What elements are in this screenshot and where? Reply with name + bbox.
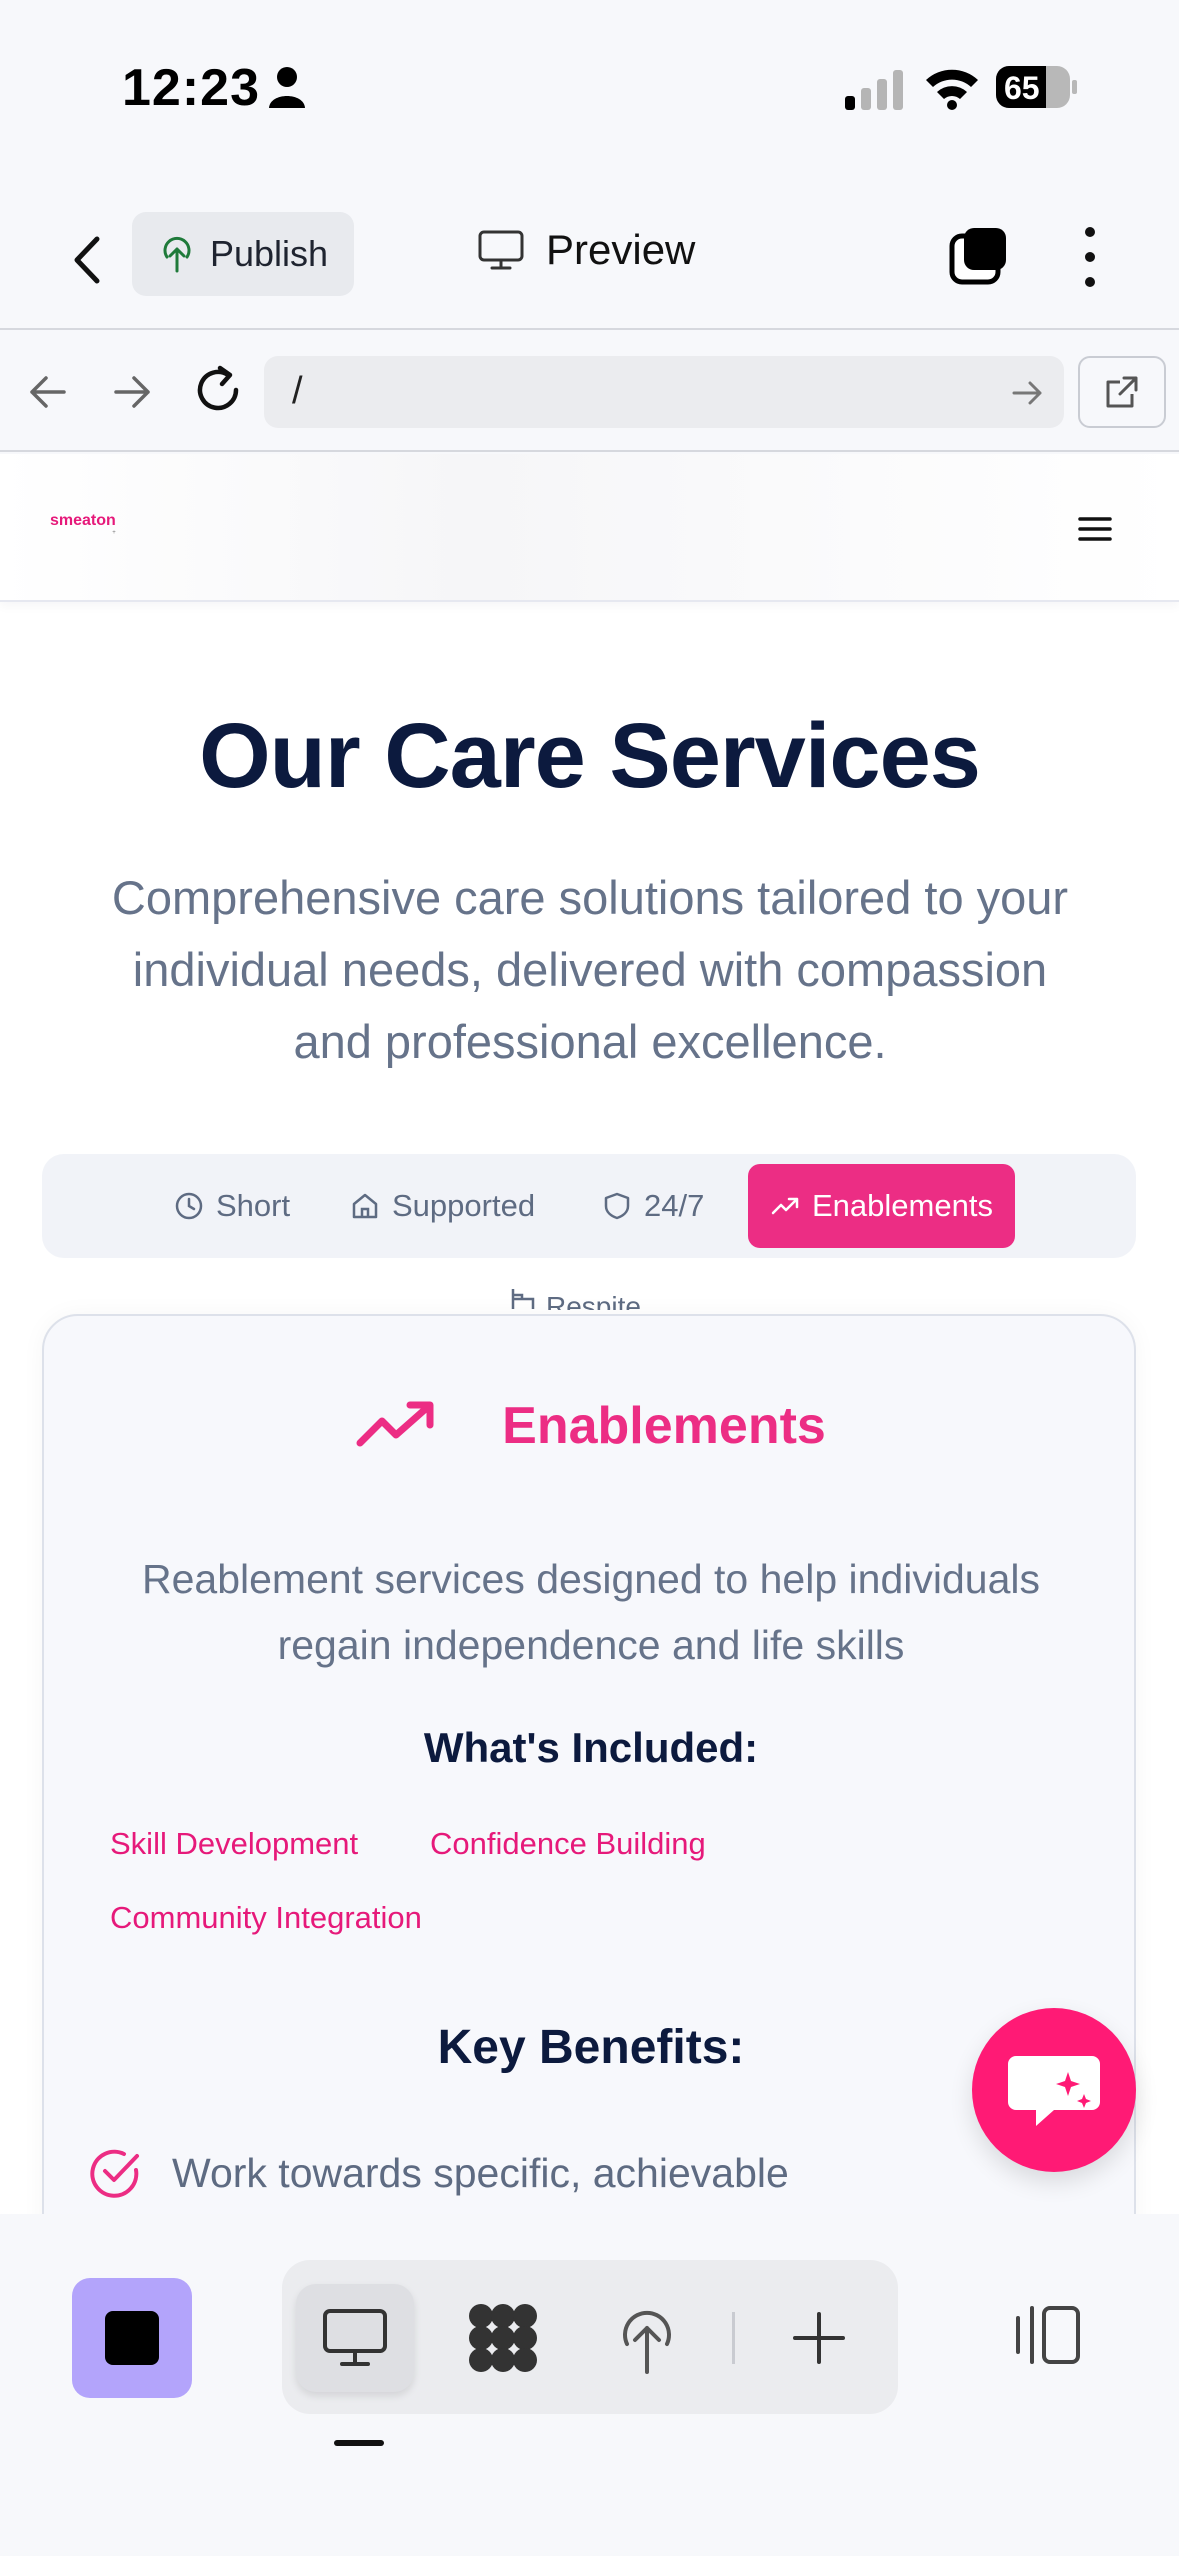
arrow-left-icon[interactable] bbox=[24, 368, 72, 416]
back-button[interactable] bbox=[56, 230, 116, 290]
site-preview: smeaton + Our Care Services Comprehensive… bbox=[0, 454, 1179, 2214]
included-item: Confidence Building bbox=[430, 1826, 706, 1861]
status-bar: 12:23 65 bbox=[0, 0, 1179, 170]
preview-toggle[interactable]: Preview bbox=[478, 226, 695, 274]
stop-button[interactable] bbox=[72, 2278, 192, 2398]
status-time: 12:23 bbox=[122, 59, 260, 117]
plus-icon bbox=[793, 2312, 845, 2364]
tab-24-7[interactable]: 24/7 bbox=[602, 1164, 704, 1248]
battery-icon: 65 bbox=[996, 66, 1078, 108]
chat-button[interactable] bbox=[972, 2008, 1136, 2172]
layers-icon[interactable] bbox=[948, 224, 1012, 288]
site-logo[interactable]: smeaton + bbox=[50, 512, 116, 536]
url-text: / bbox=[292, 370, 303, 412]
trending-up-icon bbox=[771, 1197, 799, 1215]
benefit-item: Work towards specific, achievable bbox=[88, 2146, 789, 2200]
view-switcher bbox=[282, 2260, 898, 2414]
included-item: Community Integration bbox=[110, 1900, 422, 1935]
person-icon bbox=[269, 67, 305, 108]
home-icon bbox=[352, 1193, 378, 1219]
chat-sparkle-icon bbox=[1008, 2056, 1100, 2126]
battery-level: 65 bbox=[1004, 70, 1040, 106]
publish-label: Publish bbox=[210, 233, 329, 274]
tab-supported[interactable]: Supported bbox=[350, 1164, 535, 1248]
page-subtitle: Comprehensive care solutions tailored to… bbox=[111, 871, 1069, 1068]
tab-label: Enablements bbox=[812, 1188, 993, 1223]
signal-icon bbox=[845, 70, 903, 110]
included-heading: What's Included: bbox=[423, 1724, 759, 1771]
tab-short[interactable]: Short bbox=[174, 1164, 290, 1248]
tab-label: Respite bbox=[546, 1291, 641, 1310]
benefit-text: Work towards specific, achievable bbox=[172, 2149, 789, 2196]
components-view-button[interactable] bbox=[444, 2284, 562, 2392]
bed-icon bbox=[511, 1289, 535, 1309]
side-panel-icon[interactable] bbox=[1010, 2304, 1082, 2366]
publish-tree-icon bbox=[623, 2310, 671, 2374]
browser-bar: / bbox=[0, 332, 1179, 452]
blocks-icon bbox=[469, 2304, 537, 2372]
url-bar[interactable]: / bbox=[264, 356, 1064, 428]
publish-button[interactable]: Publish bbox=[132, 212, 354, 296]
tab-label: Short bbox=[216, 1188, 291, 1223]
stop-icon bbox=[105, 2311, 159, 2365]
go-arrow-icon[interactable] bbox=[1010, 378, 1044, 408]
logo-text: smeaton bbox=[50, 512, 116, 529]
monitor-icon bbox=[323, 2309, 387, 2366]
shield-icon bbox=[604, 1192, 630, 1220]
external-link-icon bbox=[1106, 376, 1138, 408]
bottom-toolbar bbox=[0, 2214, 1179, 2556]
site-header: smeaton + bbox=[0, 454, 1179, 602]
add-button[interactable] bbox=[760, 2284, 878, 2392]
tab-label: 24/7 bbox=[644, 1188, 705, 1223]
benefits-heading: Key Benefits: bbox=[437, 2021, 745, 2074]
open-external-button[interactable] bbox=[1078, 356, 1166, 428]
included-item: Skill Development bbox=[110, 1826, 359, 1861]
preview-view-button[interactable] bbox=[296, 2284, 414, 2392]
card-header: Enablements bbox=[44, 1396, 1138, 1456]
hamburger-menu-icon[interactable] bbox=[1078, 516, 1112, 542]
wifi-icon bbox=[926, 69, 978, 110]
monitor-icon bbox=[478, 230, 524, 270]
tab-enablements[interactable]: Enablements bbox=[748, 1164, 1015, 1248]
chevron-left-icon bbox=[74, 236, 100, 284]
publish-tree-icon bbox=[163, 236, 191, 273]
page-title: Our Care Services bbox=[199, 705, 981, 807]
more-vertical-icon[interactable] bbox=[1070, 222, 1110, 292]
trending-up-icon bbox=[356, 1401, 434, 1447]
home-indicator bbox=[334, 2440, 384, 2446]
tab-respite[interactable]: Respite bbox=[510, 1286, 641, 1310]
check-circle-icon bbox=[90, 2149, 139, 2198]
service-tabs: Short Supported 24/7 Enablements bbox=[42, 1154, 1136, 1258]
editor-toolbar: Publish Preview bbox=[0, 190, 1179, 330]
card-description: Reablement services designed to help ind… bbox=[142, 1556, 1040, 1668]
clock-icon bbox=[175, 1192, 203, 1220]
card-title: Enablements bbox=[502, 1397, 826, 1455]
preview-label: Preview bbox=[546, 226, 696, 273]
reload-icon[interactable] bbox=[190, 362, 246, 418]
publish-view-button[interactable] bbox=[588, 2284, 706, 2392]
tab-label: Supported bbox=[392, 1188, 536, 1223]
segment-divider bbox=[732, 2312, 735, 2364]
arrow-right-icon[interactable] bbox=[108, 368, 156, 416]
